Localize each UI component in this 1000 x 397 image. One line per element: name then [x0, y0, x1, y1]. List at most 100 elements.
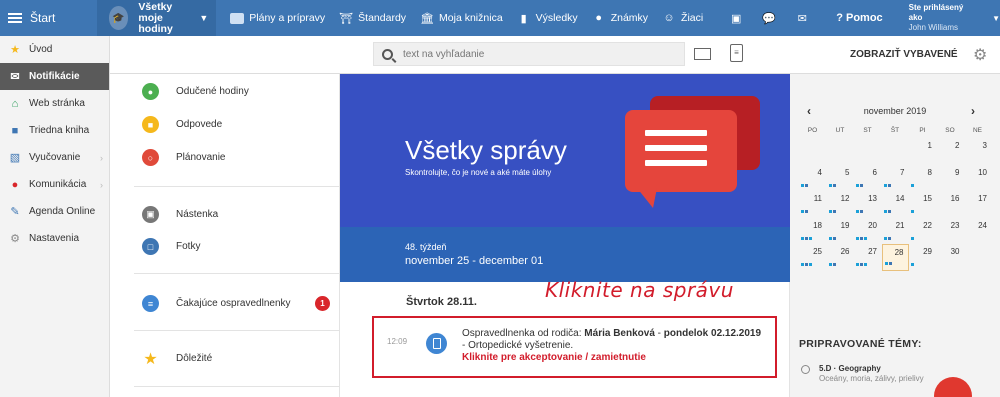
nav-standards[interactable]: ⛩ Štandardy [339, 11, 406, 25]
category-important[interactable]: ★ Dôležité [142, 350, 212, 368]
envelope-icon[interactable] [694, 48, 711, 60]
top-navigation-bar: Štart 🎓 Všetky moje hodiny ▼ Plány a prí… [0, 0, 1000, 36]
calendar-weekday: SO [945, 127, 955, 134]
calendar-day[interactable]: 10 [964, 165, 991, 192]
floating-action-button[interactable] [934, 377, 972, 397]
event-dot [832, 210, 836, 213]
clock-icon [801, 365, 810, 374]
calendar-day[interactable]: 15 [909, 191, 936, 218]
nav-grades[interactable]: ● Známky [592, 11, 648, 25]
calendar-day[interactable]: 1 [909, 138, 936, 165]
search-box[interactable] [373, 42, 685, 66]
calendar-day[interactable]: 12 [827, 191, 854, 218]
calendar-empty-cell [854, 138, 881, 165]
calendar-day[interactable]: 29 [909, 244, 936, 271]
all-lessons-dropdown[interactable]: 🎓 Všetky moje hodiny ▼ [96, 0, 217, 36]
nav-results[interactable]: ▮ Výsledky [517, 11, 578, 25]
calendar-day[interactable]: 25 [799, 244, 826, 271]
nav-library[interactable]: 🏛 Moja knižnica [420, 11, 503, 25]
sidebar-item-komunikacia[interactable]: ● Komunikácia › [0, 171, 109, 198]
calendar-day[interactable]: 3 [964, 138, 991, 165]
chevron-right-icon: › [100, 179, 103, 190]
sidebar-item-triedna-kniha[interactable]: ■ Triedna kniha [0, 117, 109, 144]
sidebar-item-notifikacie[interactable]: ✉ Notifikácie [0, 63, 109, 90]
category-pending-excuses[interactable]: ≡ Čakajúce ospravedlnenky [142, 295, 291, 312]
event-dot [801, 236, 804, 240]
accept-reject-link[interactable]: Kliknite pre akceptovanie / zamietnutie [462, 352, 767, 364]
calendar-day[interactable]: 24 [964, 218, 991, 245]
calendar-day-number: 28 [894, 248, 904, 257]
category-answers[interactable]: ■ Odpovede [142, 116, 222, 133]
screen-share-button[interactable]: ▣ [729, 11, 748, 25]
mail-button[interactable]: ✉ [795, 11, 814, 25]
calendar-day[interactable]: 8 [909, 165, 936, 192]
category-planning[interactable]: ○ Plánovanie [142, 149, 225, 166]
calendar-day[interactable]: 14 [882, 191, 909, 218]
calendar-day[interactable]: 20 [854, 218, 881, 245]
excuse-date: pondelok 02.12.2019 [663, 328, 762, 339]
calendar-empty-cell [882, 138, 909, 165]
event-dot [809, 236, 812, 240]
speech-bubble-tail [637, 188, 657, 208]
calendar-day[interactable]: 6 [854, 165, 881, 192]
sidebar-item-vyucovanie[interactable]: ▧ Vyučovanie › [0, 144, 109, 171]
calendar-day[interactable]: 23 [937, 218, 964, 245]
search-input[interactable] [403, 48, 663, 60]
event-dots [828, 183, 851, 188]
nav-students[interactable]: ☺ Žiaci [662, 11, 703, 25]
nav-plans[interactable]: Plány a prípravy [230, 11, 325, 25]
event-dot [805, 236, 808, 240]
calendar-day[interactable]: 22 [909, 218, 936, 245]
category-photos[interactable]: □ Fotky [142, 238, 200, 255]
book-icon: ■ [11, 124, 19, 137]
topic-title[interactable]: 5.D · Geography [819, 364, 881, 373]
event-dot [860, 210, 863, 213]
gear-icon[interactable]: ⚙ [973, 45, 987, 65]
calendar-day[interactable]: 5 [827, 165, 854, 192]
calendar-day[interactable]: 26 [827, 244, 854, 271]
calendar-day-number: 20 [868, 220, 877, 230]
calendar-weekday: UT [835, 127, 845, 134]
sidebar-item-uvod[interactable]: ★ Úvod [0, 36, 109, 63]
calendar-day[interactable]: 27 [854, 244, 881, 271]
calendar-weekday: ŠT [890, 127, 900, 134]
calendar-day[interactable]: 18 [799, 218, 826, 245]
category-noticeboard[interactable]: ▣ Nástenka [142, 206, 218, 223]
search-icon [382, 48, 393, 60]
calendar-day[interactable]: 9 [937, 165, 964, 192]
message-item[interactable]: 12:09 Ospravedlnenka od rodiča: Mária Be… [372, 316, 777, 378]
clipboard-icon: ≡ [142, 295, 159, 312]
calendar-day[interactable]: 4 [799, 165, 826, 192]
category-taught-lessons[interactable]: ● Odučené hodiny [142, 83, 249, 100]
calendar-day[interactable]: 17 [964, 191, 991, 218]
sidebar-item-agenda[interactable]: ✎ Agenda Online [0, 198, 109, 225]
help-button[interactable]: ? Pomoc [836, 12, 882, 24]
shield-check-icon: ⛩ [339, 12, 354, 25]
calendar-day[interactable]: 19 [827, 218, 854, 245]
event-dot [805, 263, 808, 266]
divider [134, 273, 339, 274]
notification-categories: ● Odučené hodiny ■ Odpovede ○ Plánovanie… [110, 74, 339, 397]
event-dot [856, 263, 859, 266]
calendar-day[interactable]: 21 [882, 218, 909, 245]
message-prefix: Ospravedlnenka od rodiča: [462, 328, 585, 339]
sidebar-item-web[interactable]: ⌂ Web stránka [0, 90, 109, 117]
clipboard-icon[interactable]: ≡ [730, 44, 743, 62]
chat-bubble-icon: 💬 [762, 12, 777, 25]
chat-button[interactable]: 💬 [762, 11, 781, 25]
event-dot [887, 236, 891, 240]
start-menu-button[interactable]: Štart [0, 0, 97, 36]
show-selected-button[interactable]: ZOBRAZIŤ VYBAVENÉ [850, 49, 958, 60]
calendar-day[interactable]: 11 [799, 191, 826, 218]
calendar-day[interactable]: 7 [882, 165, 909, 192]
event-dot [828, 210, 832, 213]
calendar-day[interactable]: 13 [854, 191, 881, 218]
user-account-menu[interactable]: Ste prihlásený ako John Williams [909, 3, 970, 33]
nav-grades-label: Známky [610, 12, 649, 24]
calendar-day[interactable]: 30 [937, 244, 964, 271]
clipboard-icon [426, 333, 447, 354]
calendar-day[interactable]: 16 [937, 191, 964, 218]
sidebar-item-nastavenia[interactable]: ⚙ Nastavenia [0, 225, 109, 252]
calendar-day[interactable]: 2 [937, 138, 964, 165]
calendar-day[interactable]: 28 [881, 244, 909, 271]
